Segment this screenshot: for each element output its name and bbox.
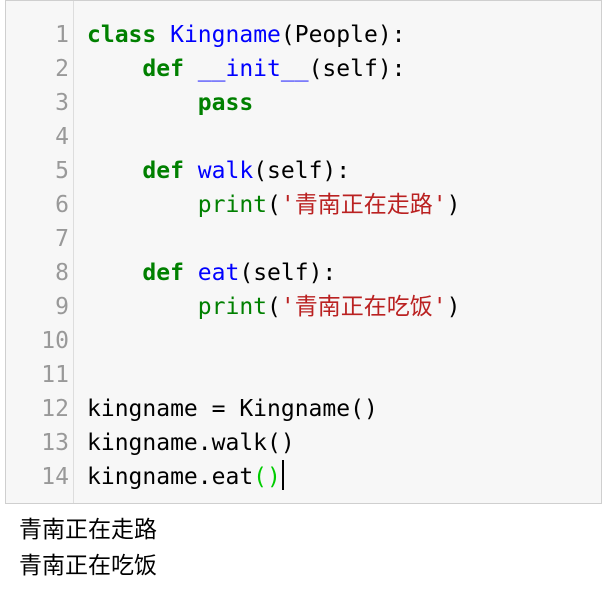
output-line: 青南正在吃饭 xyxy=(19,553,157,579)
line-number: 6 xyxy=(55,192,69,218)
keyword: def xyxy=(142,260,184,286)
keyword: def xyxy=(142,158,184,184)
code-text: (self): xyxy=(308,56,406,82)
builtin: print xyxy=(197,294,268,320)
paren: ( xyxy=(267,192,281,218)
line-number: 9 xyxy=(55,294,69,320)
keyword: pass xyxy=(197,90,254,116)
line-number: 2 xyxy=(55,56,69,82)
code-text: kingname.walk() xyxy=(87,430,295,456)
code-text: (self): xyxy=(239,260,337,286)
function-name: walk xyxy=(197,158,254,184)
code-cell[interactable]: 1 2 3 4 5 6 7 8 9 10 11 12 13 14 class K… xyxy=(5,0,602,504)
code-text: (self): xyxy=(253,158,351,184)
line-number: 4 xyxy=(55,124,69,150)
keyword: class xyxy=(87,22,157,48)
text-cursor xyxy=(281,460,284,490)
paren: ) xyxy=(446,294,461,320)
class-name: Kingname xyxy=(170,22,281,48)
function-name: __init__ xyxy=(197,56,309,82)
line-number-gutter: 1 2 3 4 5 6 7 8 9 10 11 12 13 14 xyxy=(6,1,74,503)
code-line[interactable]: pass xyxy=(87,86,253,120)
line-number: 10 xyxy=(41,328,69,354)
function-name: eat xyxy=(197,260,240,286)
paren: ( xyxy=(267,294,281,320)
output-line: 青南正在走路 xyxy=(19,517,157,543)
line-number: 12 xyxy=(41,396,69,422)
line-number: 8 xyxy=(55,260,69,286)
code-line[interactable]: print('青南正在走路') xyxy=(87,188,461,222)
string-literal: '青南正在吃饭' xyxy=(280,294,447,320)
line-number: 11 xyxy=(41,362,69,388)
builtin: print xyxy=(197,192,268,218)
paren: ) xyxy=(446,192,461,218)
line-number: 1 xyxy=(55,22,69,48)
code-line[interactable]: kingname.walk() xyxy=(87,426,295,460)
line-number: 7 xyxy=(55,226,69,252)
code-line[interactable]: def __init__(self): xyxy=(87,52,406,86)
keyword: def xyxy=(142,56,184,82)
line-number: 14 xyxy=(41,464,69,490)
code-text: (People): xyxy=(280,22,406,48)
matching-brackets: () xyxy=(253,464,281,490)
code-line[interactable]: kingname.eat() xyxy=(87,460,284,494)
code-line[interactable]: class Kingname(People): xyxy=(87,18,406,52)
code-text: kingname.eat xyxy=(87,464,254,490)
line-number: 13 xyxy=(41,430,69,456)
code-line[interactable]: def eat(self): xyxy=(87,256,336,290)
line-number: 5 xyxy=(55,158,69,184)
code-line[interactable]: def walk(self): xyxy=(87,154,350,188)
line-number: 3 xyxy=(55,90,69,116)
code-line[interactable]: kingname = Kingname() xyxy=(87,392,378,426)
string-literal: '青南正在走路' xyxy=(280,192,447,218)
code-line[interactable]: print('青南正在吃饭') xyxy=(87,290,461,324)
code-text: kingname = Kingname() xyxy=(87,396,378,422)
